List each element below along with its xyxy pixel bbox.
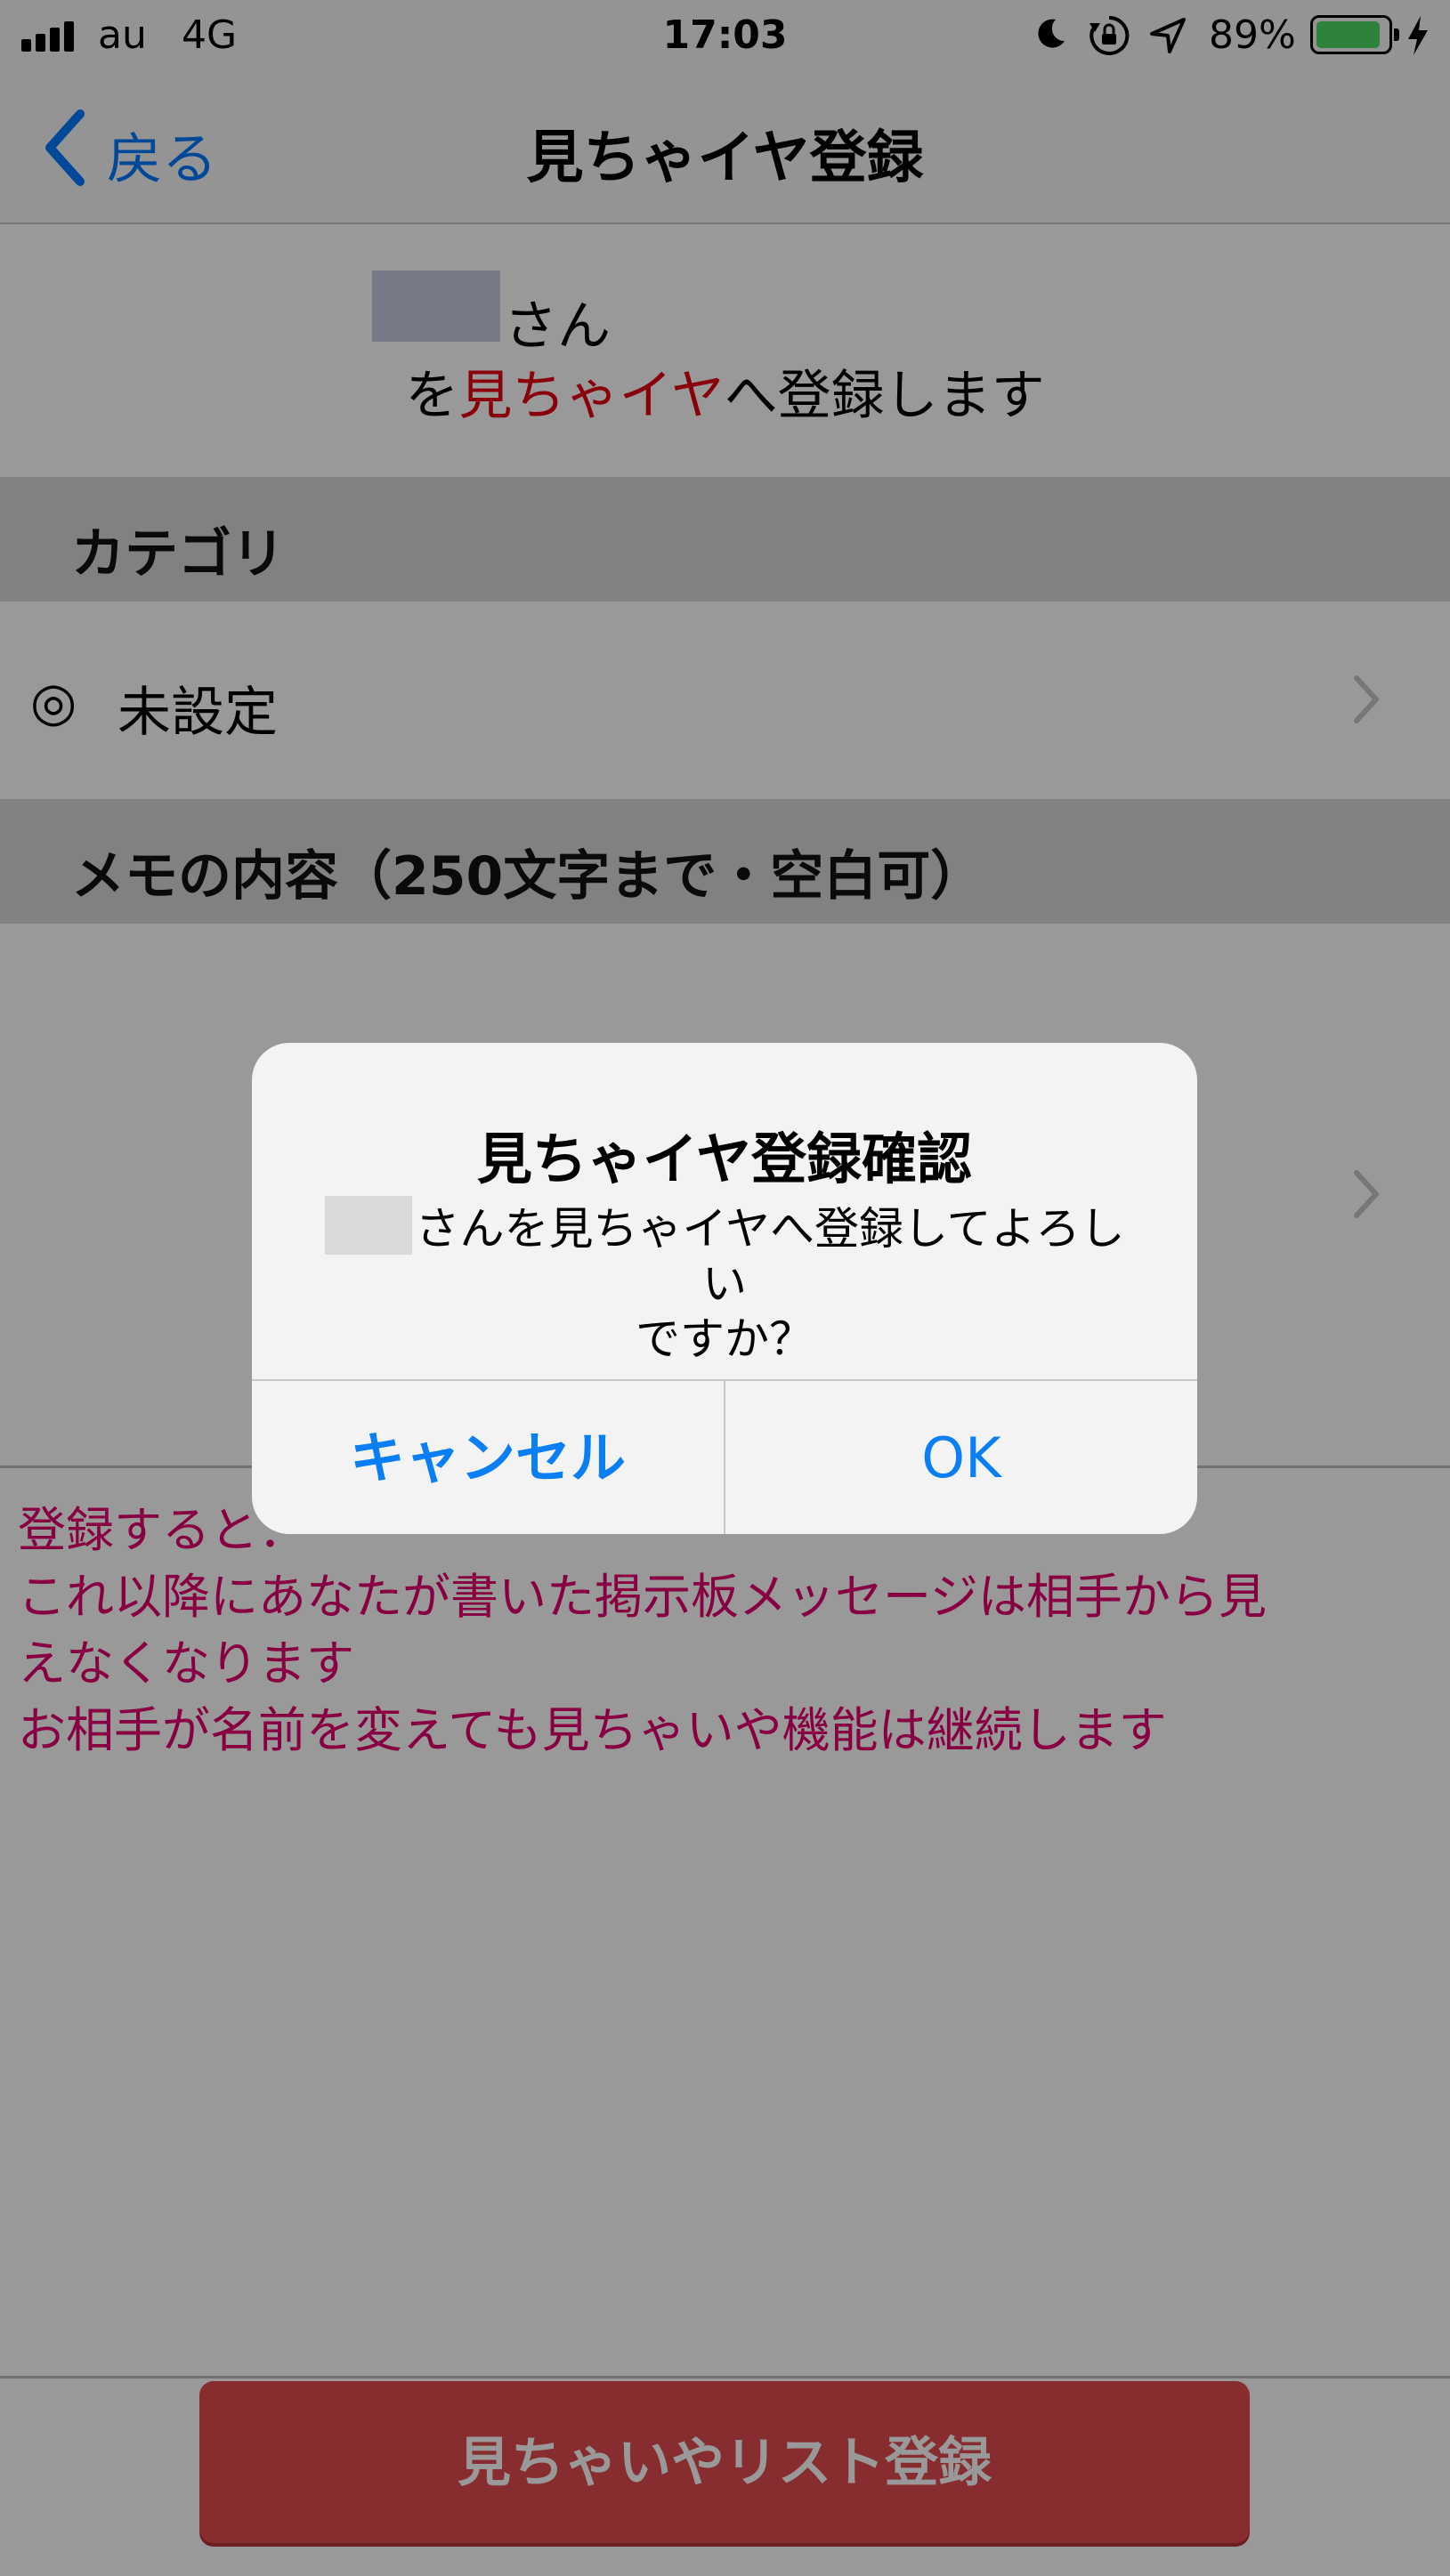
redacted-username — [324, 1196, 412, 1255]
dialog-message: さんを見ちゃイヤへ登録してよろしい ですか？ — [305, 1196, 1144, 1367]
confirm-dialog: 見ちゃイヤ登録確認 さんを見ちゃイヤへ登録してよろしい ですか？ キャンセル O… — [252, 1043, 1197, 1534]
dialog-title: 見ちゃイヤ登録確認 — [476, 1126, 973, 1191]
cancel-button[interactable]: キャンセル — [252, 1381, 724, 1534]
ok-button[interactable]: OK — [725, 1381, 1197, 1534]
